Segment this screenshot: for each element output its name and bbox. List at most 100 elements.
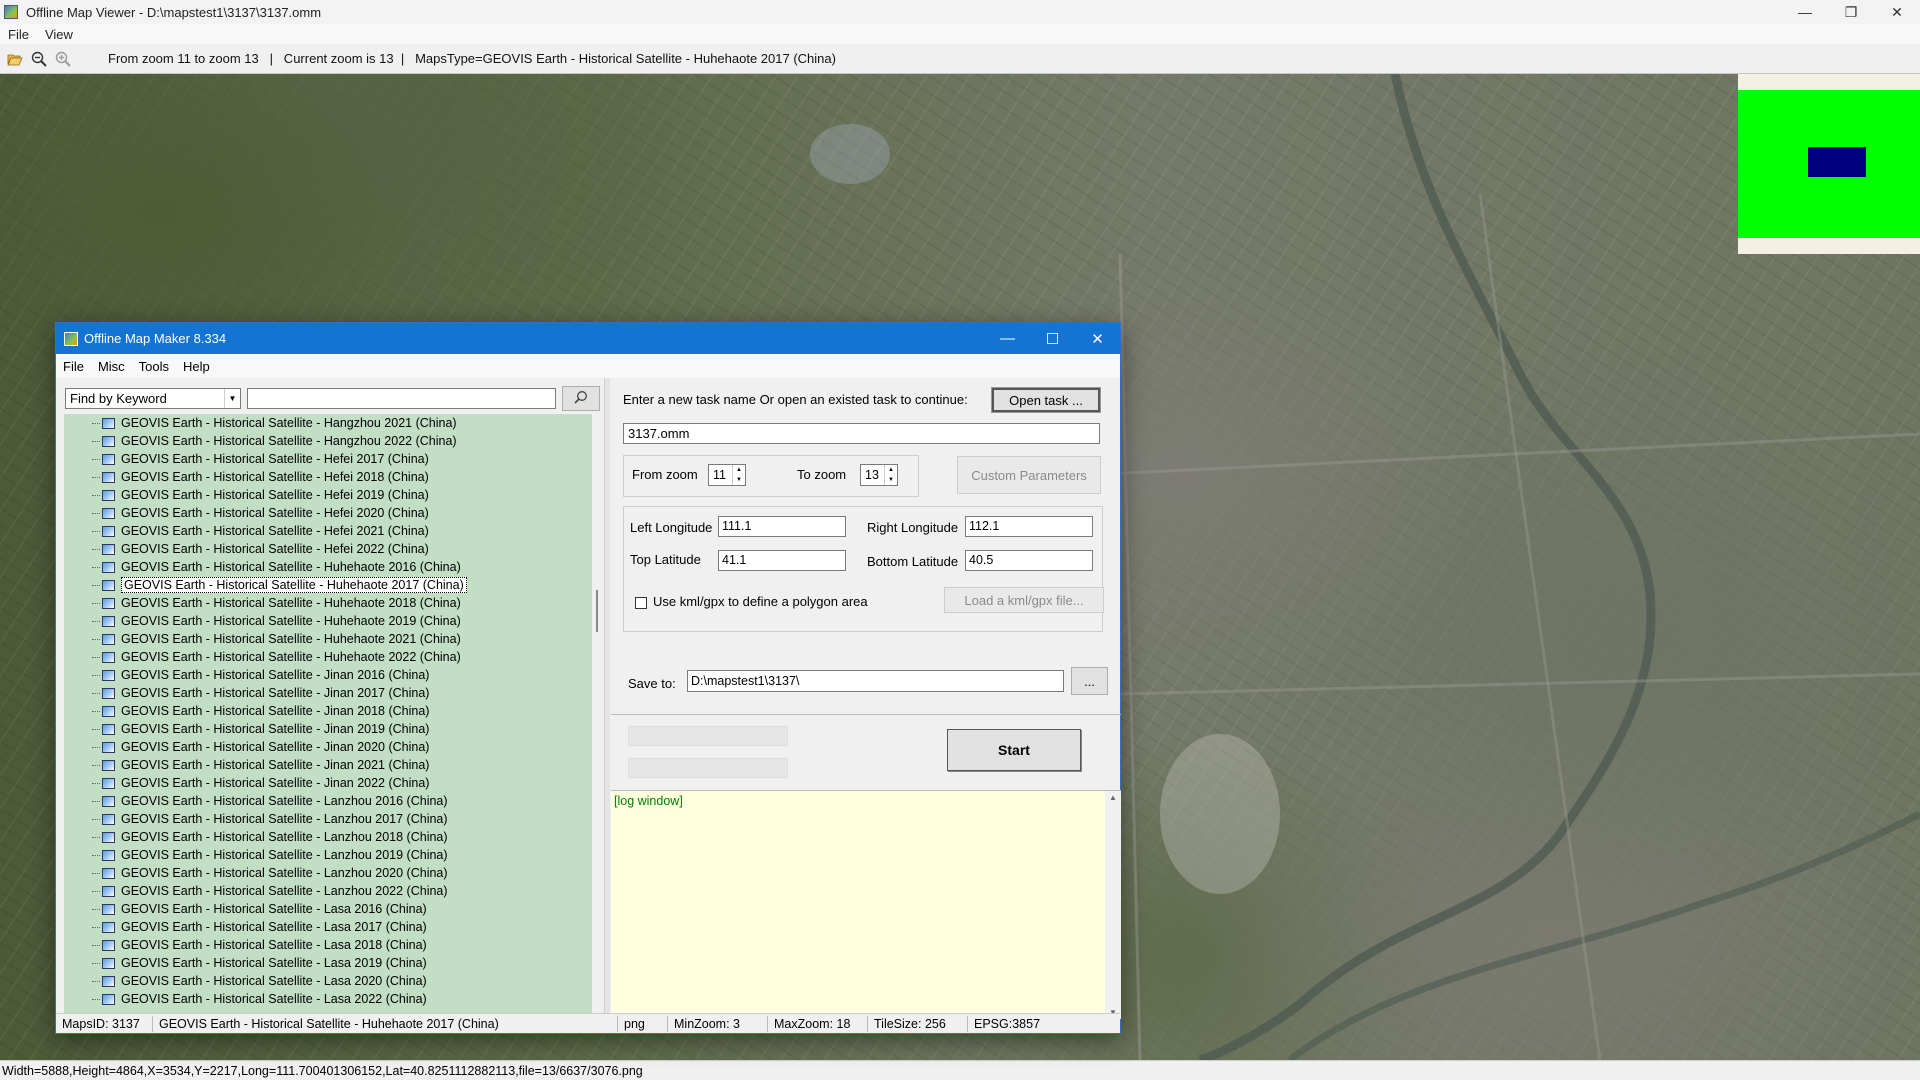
spin-down-icon[interactable]: ▼ bbox=[885, 475, 897, 485]
custom-parameters-button[interactable]: Custom Parameters bbox=[957, 456, 1101, 494]
menu-view[interactable]: View bbox=[37, 27, 81, 42]
dialog-minimize-button[interactable]: — bbox=[985, 323, 1030, 354]
tree-item[interactable]: GEOVIS Earth - Historical Satellite - Ji… bbox=[64, 720, 592, 738]
tree-item[interactable]: GEOVIS Earth - Historical Satellite - Ji… bbox=[64, 702, 592, 720]
browse-button[interactable]: ... bbox=[1071, 667, 1108, 695]
tree-item[interactable]: GEOVIS Earth - Historical Satellite - Ji… bbox=[64, 756, 592, 774]
pane-splitter[interactable] bbox=[604, 378, 610, 1018]
tree-item[interactable]: GEOVIS Earth - Historical Satellite - He… bbox=[64, 540, 592, 558]
task-settings-pane: Enter a new task name Or open an existed… bbox=[611, 378, 1121, 1019]
save-path-input[interactable]: D:\mapstest1\3137\ bbox=[687, 670, 1064, 692]
tree-item[interactable]: GEOVIS Earth - Historical Satellite - La… bbox=[64, 900, 592, 918]
tree-item[interactable]: GEOVIS Earth - Historical Satellite - La… bbox=[64, 846, 592, 864]
road bbox=[1118, 253, 1142, 1060]
find-keyword-input[interactable] bbox=[247, 388, 556, 409]
open-task-button[interactable]: Open task ... bbox=[991, 387, 1101, 413]
scroll-up-icon[interactable]: ▲ bbox=[1109, 793, 1117, 802]
map-layer-icon bbox=[102, 777, 115, 789]
close-button[interactable]: ✕ bbox=[1874, 0, 1920, 24]
spin-up-icon[interactable]: ▲ bbox=[885, 465, 897, 475]
from-zoom-label: From zoom bbox=[632, 467, 698, 482]
tree-item[interactable]: GEOVIS Earth - Historical Satellite - He… bbox=[64, 504, 592, 522]
tree-item[interactable]: GEOVIS Earth - Historical Satellite - La… bbox=[64, 810, 592, 828]
top-latitude-input[interactable]: 41.1 bbox=[718, 550, 846, 571]
tree-item[interactable]: GEOVIS Earth - Historical Satellite - La… bbox=[64, 792, 592, 810]
tree-item[interactable]: GEOVIS Earth - Historical Satellite - Hu… bbox=[64, 576, 592, 594]
map-layer-icon bbox=[102, 579, 115, 591]
map-layer-icon bbox=[102, 867, 115, 879]
tree-item[interactable]: GEOVIS Earth - Historical Satellite - La… bbox=[64, 864, 592, 882]
dialog-maximize-button[interactable]: ☐ bbox=[1030, 323, 1075, 354]
menu-file[interactable]: File bbox=[0, 27, 37, 42]
from-zoom-spinner[interactable]: 11 ▲ ▼ bbox=[708, 464, 746, 486]
tree-connector bbox=[92, 729, 100, 730]
log-scrollbar[interactable]: ▲ ▼ bbox=[1105, 791, 1121, 1019]
maximize-button[interactable]: ❐ bbox=[1828, 0, 1874, 24]
tree-item[interactable]: GEOVIS Earth - Historical Satellite - La… bbox=[64, 918, 592, 936]
tree-scroll-thumb[interactable] bbox=[596, 590, 598, 632]
map-layer-icon bbox=[102, 939, 115, 951]
tree-item-label: GEOVIS Earth - Historical Satellite - La… bbox=[121, 992, 427, 1006]
task-name-input[interactable]: 3137.omm bbox=[623, 423, 1100, 444]
load-kml-button[interactable]: Load a kml/gpx file... bbox=[944, 587, 1104, 613]
right-longitude-input[interactable]: 112.1 bbox=[965, 516, 1093, 537]
bottom-latitude-label: Bottom Latitude bbox=[867, 554, 959, 569]
bottom-latitude-input[interactable]: 40.5 bbox=[965, 550, 1093, 571]
map-layer-icon bbox=[102, 597, 115, 609]
tree-item-label: GEOVIS Earth - Historical Satellite - La… bbox=[121, 830, 448, 844]
map-type-tree[interactable]: GEOVIS Earth - Historical Satellite - Ha… bbox=[64, 414, 592, 1014]
dialog-app-icon bbox=[64, 331, 78, 346]
dialog-close-button[interactable]: ✕ bbox=[1075, 323, 1120, 354]
find-button[interactable] bbox=[562, 386, 600, 411]
overview-viewport-rect[interactable] bbox=[1808, 147, 1866, 177]
tree-item[interactable]: GEOVIS Earth - Historical Satellite - Ha… bbox=[64, 432, 592, 450]
tree-connector bbox=[92, 621, 100, 622]
start-button[interactable]: Start bbox=[947, 729, 1081, 771]
tree-item[interactable]: GEOVIS Earth - Historical Satellite - Hu… bbox=[64, 594, 592, 612]
tree-item[interactable]: GEOVIS Earth - Historical Satellite - La… bbox=[64, 936, 592, 954]
spin-up-icon[interactable]: ▲ bbox=[733, 465, 745, 475]
map-layer-icon bbox=[102, 957, 115, 969]
minimize-button[interactable]: — bbox=[1782, 0, 1828, 24]
zoom-out-icon[interactable] bbox=[30, 50, 48, 68]
chevron-down-icon[interactable]: ▼ bbox=[224, 389, 240, 408]
tree-item[interactable]: GEOVIS Earth - Historical Satellite - La… bbox=[64, 954, 592, 972]
tree-scrollbar[interactable] bbox=[592, 414, 602, 1014]
tree-item[interactable]: GEOVIS Earth - Historical Satellite - Hu… bbox=[64, 648, 592, 666]
tree-item[interactable]: GEOVIS Earth - Historical Satellite - Hu… bbox=[64, 612, 592, 630]
tree-item-label: GEOVIS Earth - Historical Satellite - La… bbox=[121, 938, 427, 952]
tree-item[interactable]: GEOVIS Earth - Historical Satellite - Ji… bbox=[64, 684, 592, 702]
tree-item[interactable]: GEOVIS Earth - Historical Satellite - He… bbox=[64, 486, 592, 504]
open-folder-icon[interactable] bbox=[6, 50, 24, 68]
tree-connector bbox=[92, 963, 100, 964]
tree-item[interactable]: GEOVIS Earth - Historical Satellite - Hu… bbox=[64, 630, 592, 648]
tree-item-label: GEOVIS Earth - Historical Satellite - He… bbox=[121, 524, 429, 538]
map-layer-icon bbox=[102, 507, 115, 519]
tree-item[interactable]: GEOVIS Earth - Historical Satellite - La… bbox=[64, 972, 592, 990]
find-mode-select[interactable]: Find by Keyword ▼ bbox=[65, 388, 241, 409]
to-zoom-spinner[interactable]: 13 ▲ ▼ bbox=[860, 464, 898, 486]
tree-item[interactable]: GEOVIS Earth - Historical Satellite - Ji… bbox=[64, 774, 592, 792]
left-longitude-input[interactable]: 111.1 bbox=[718, 516, 846, 537]
dialog-menu-file[interactable]: File bbox=[56, 359, 91, 374]
tree-item[interactable]: GEOVIS Earth - Historical Satellite - Ji… bbox=[64, 738, 592, 756]
tree-item[interactable]: GEOVIS Earth - Historical Satellite - Hu… bbox=[64, 558, 592, 576]
zoom-in-icon[interactable] bbox=[54, 50, 72, 68]
dialog-menu-tools[interactable]: Tools bbox=[132, 359, 176, 374]
tree-item[interactable]: GEOVIS Earth - Historical Satellite - Ha… bbox=[64, 414, 592, 432]
tree-item[interactable]: GEOVIS Earth - Historical Satellite - La… bbox=[64, 828, 592, 846]
tree-item[interactable]: GEOVIS Earth - Historical Satellite - He… bbox=[64, 522, 592, 540]
log-window[interactable]: [log window] ▲ ▼ bbox=[611, 790, 1121, 1019]
kml-checkbox[interactable] bbox=[635, 597, 647, 609]
tree-item[interactable]: GEOVIS Earth - Historical Satellite - La… bbox=[64, 882, 592, 900]
dialog-menu-help[interactable]: Help bbox=[176, 359, 217, 374]
kml-checkbox-label[interactable]: Use kml/gpx to define a polygon area bbox=[653, 594, 868, 609]
spin-down-icon[interactable]: ▼ bbox=[733, 475, 745, 485]
overview-minimap[interactable] bbox=[1738, 74, 1920, 254]
dialog-menu-misc[interactable]: Misc bbox=[91, 359, 132, 374]
tree-item[interactable]: GEOVIS Earth - Historical Satellite - He… bbox=[64, 468, 592, 486]
tree-item[interactable]: GEOVIS Earth - Historical Satellite - Ji… bbox=[64, 666, 592, 684]
tree-item[interactable]: GEOVIS Earth - Historical Satellite - He… bbox=[64, 450, 592, 468]
viewer-menubar: File View bbox=[0, 24, 1920, 44]
tree-item[interactable]: GEOVIS Earth - Historical Satellite - La… bbox=[64, 990, 592, 1008]
